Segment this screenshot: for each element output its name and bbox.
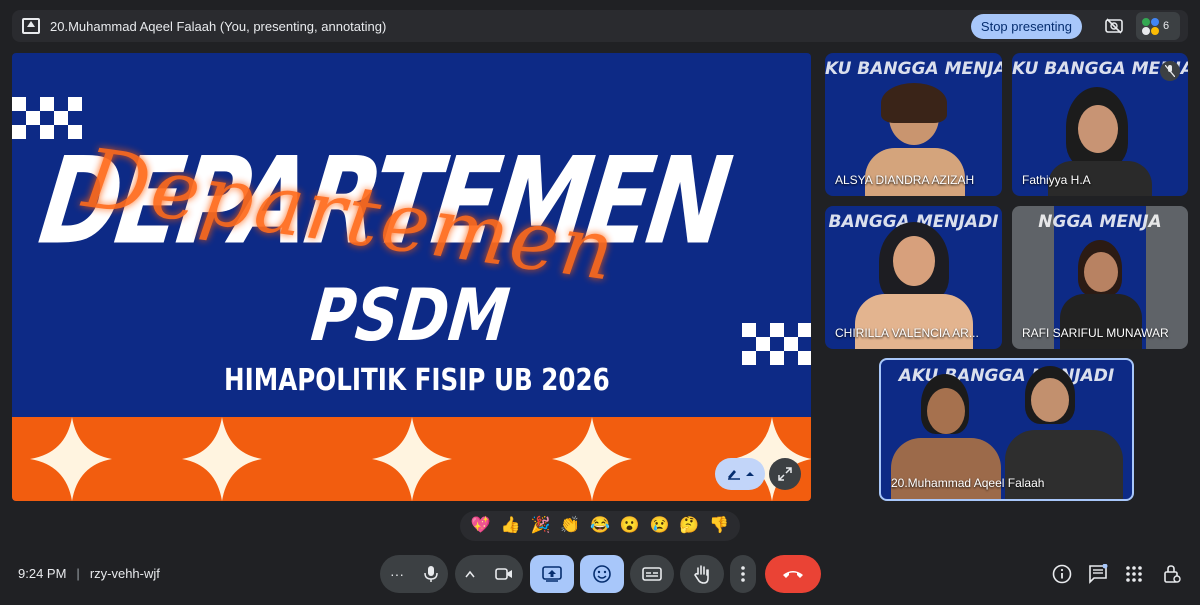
presentation-slide: DEPARTEMEN Departemen PSDM HIMAPOLITIK F…: [12, 53, 811, 501]
info-icon: [1052, 564, 1072, 584]
meeting-code: rzy-vehh-wjf: [89, 566, 160, 581]
reaction-thumbs-down[interactable]: 👎: [709, 518, 729, 534]
participant-face: [927, 388, 965, 434]
meeting-info: 9:24 PM | rzy-vehh-wjf: [18, 566, 160, 581]
mic-off-icon: [1160, 61, 1180, 81]
reaction-laugh[interactable]: 😂: [590, 518, 610, 534]
present-button[interactable]: [530, 555, 574, 593]
expand-icon: [778, 467, 792, 481]
reaction-thinking[interactable]: 🤔: [679, 518, 699, 534]
slide-controls: [715, 458, 803, 494]
participant-name: CHIRILLA VALENCIA AR...: [835, 326, 979, 340]
reaction-thumbs-up[interactable]: 👍: [501, 518, 521, 534]
meet-window: 20.Muhammad Aqeel Falaah (You, presentin…: [0, 0, 1200, 605]
slide-psdm: PSDM: [307, 274, 514, 358]
presenting-bar: 20.Muhammad Aqeel Falaah (You, presentin…: [12, 10, 1188, 42]
mic-icon[interactable]: [424, 565, 438, 583]
checker-pattern-right: [742, 323, 811, 365]
reaction-party[interactable]: 🎉: [530, 518, 550, 534]
chevron-up-icon[interactable]: [465, 570, 475, 578]
emoji-icon: [593, 565, 611, 583]
participant-name: Fathiyya H.A: [1022, 173, 1091, 187]
reaction-heart[interactable]: 💖: [471, 518, 491, 534]
divider: |: [76, 566, 80, 581]
reaction-surprised[interactable]: 😮: [620, 518, 640, 534]
reactions-bar: 💖 👍 🎉 👏 😂 😮 😢 🤔 👎: [460, 511, 740, 541]
camera-control-group: [455, 555, 523, 593]
participant-hair: [881, 83, 947, 123]
participant-name: 20.Muhammad Aqeel Falaah: [891, 476, 1045, 490]
participant-arms: [891, 438, 1001, 499]
participant-face: [1031, 378, 1069, 422]
chat-icon: [1089, 564, 1108, 584]
activities-button[interactable]: [1122, 562, 1146, 586]
captions-icon: [642, 567, 662, 581]
host-controls-button[interactable]: [1160, 562, 1184, 586]
participant-face: [1078, 105, 1118, 153]
camera-icon[interactable]: [495, 567, 513, 581]
participant-tile[interactable]: NGGA MENJA RAFI SARIFUL MUNAWAR: [1012, 206, 1188, 349]
participant-tile[interactable]: BANGGA MENJADI CHIRILLA VALENCIA AR...: [825, 206, 1002, 349]
mic-control-group: ···: [380, 555, 448, 593]
host-controls-icon: [1164, 565, 1181, 583]
present-icon: [542, 566, 562, 582]
participant-count: 6: [1163, 20, 1170, 32]
more-options-button[interactable]: [730, 555, 756, 593]
expand-button[interactable]: [769, 458, 801, 490]
participant-arms: [855, 294, 973, 349]
reactions-button[interactable]: [580, 555, 624, 593]
participant-face: [893, 236, 935, 286]
self-view-tile[interactable]: AKU BANGGA MENJADI 20.Muhammad Aqeel Fal…: [879, 358, 1134, 501]
more-audio-options-button[interactable]: ···: [390, 566, 404, 582]
participant-tile[interactable]: KU BANGGA MENJADI ST ALSYA DIANDRA AZIZA…: [825, 53, 1002, 196]
participant-name: ALSYA DIANDRA AZIZAH: [835, 173, 975, 187]
annotation-icon: [728, 470, 740, 480]
presenting-title: 20.Muhammad Aqeel Falaah (You, presentin…: [50, 18, 387, 34]
captions-button[interactable]: [630, 555, 674, 593]
participant-avatars: [1142, 17, 1159, 35]
slide-subtitle: HIMAPOLITIK FISIP UB 2026: [224, 363, 610, 398]
end-call-icon: [783, 571, 803, 578]
raise-hand-button[interactable]: [680, 555, 724, 593]
present-screen-icon: [22, 18, 40, 34]
participant-tile[interactable]: KU BANGGA MENJADI ST Fathiyya H.A: [1012, 53, 1188, 196]
annotation-tools-button[interactable]: [715, 458, 765, 490]
leave-call-button[interactable]: [765, 555, 821, 593]
participants-button[interactable]: 6: [1136, 12, 1180, 40]
participant-face: [1084, 252, 1118, 292]
tile-banner-text: AKU BANGGA MENJADI: [898, 366, 1115, 386]
camera-off-icon[interactable]: [1100, 12, 1128, 40]
meeting-details-button[interactable]: [1050, 562, 1074, 586]
clock-time: 9:24 PM: [18, 566, 67, 581]
sparkle-stars: [30, 417, 811, 501]
apps-icon: [1126, 566, 1142, 582]
participant-body: [1005, 430, 1123, 499]
participant-name: RAFI SARIFUL MUNAWAR: [1022, 326, 1169, 340]
participant-arms: [865, 148, 965, 196]
reaction-sad[interactable]: 😢: [650, 518, 670, 534]
participant-body: [1060, 294, 1142, 349]
stop-presenting-button[interactable]: Stop presenting: [970, 13, 1082, 39]
chevron-up-icon: [746, 472, 754, 476]
raise-hand-icon: [694, 565, 709, 584]
more-vert-icon: [741, 566, 745, 582]
reaction-clap[interactable]: 👏: [560, 518, 580, 534]
chat-button[interactable]: [1086, 562, 1110, 586]
